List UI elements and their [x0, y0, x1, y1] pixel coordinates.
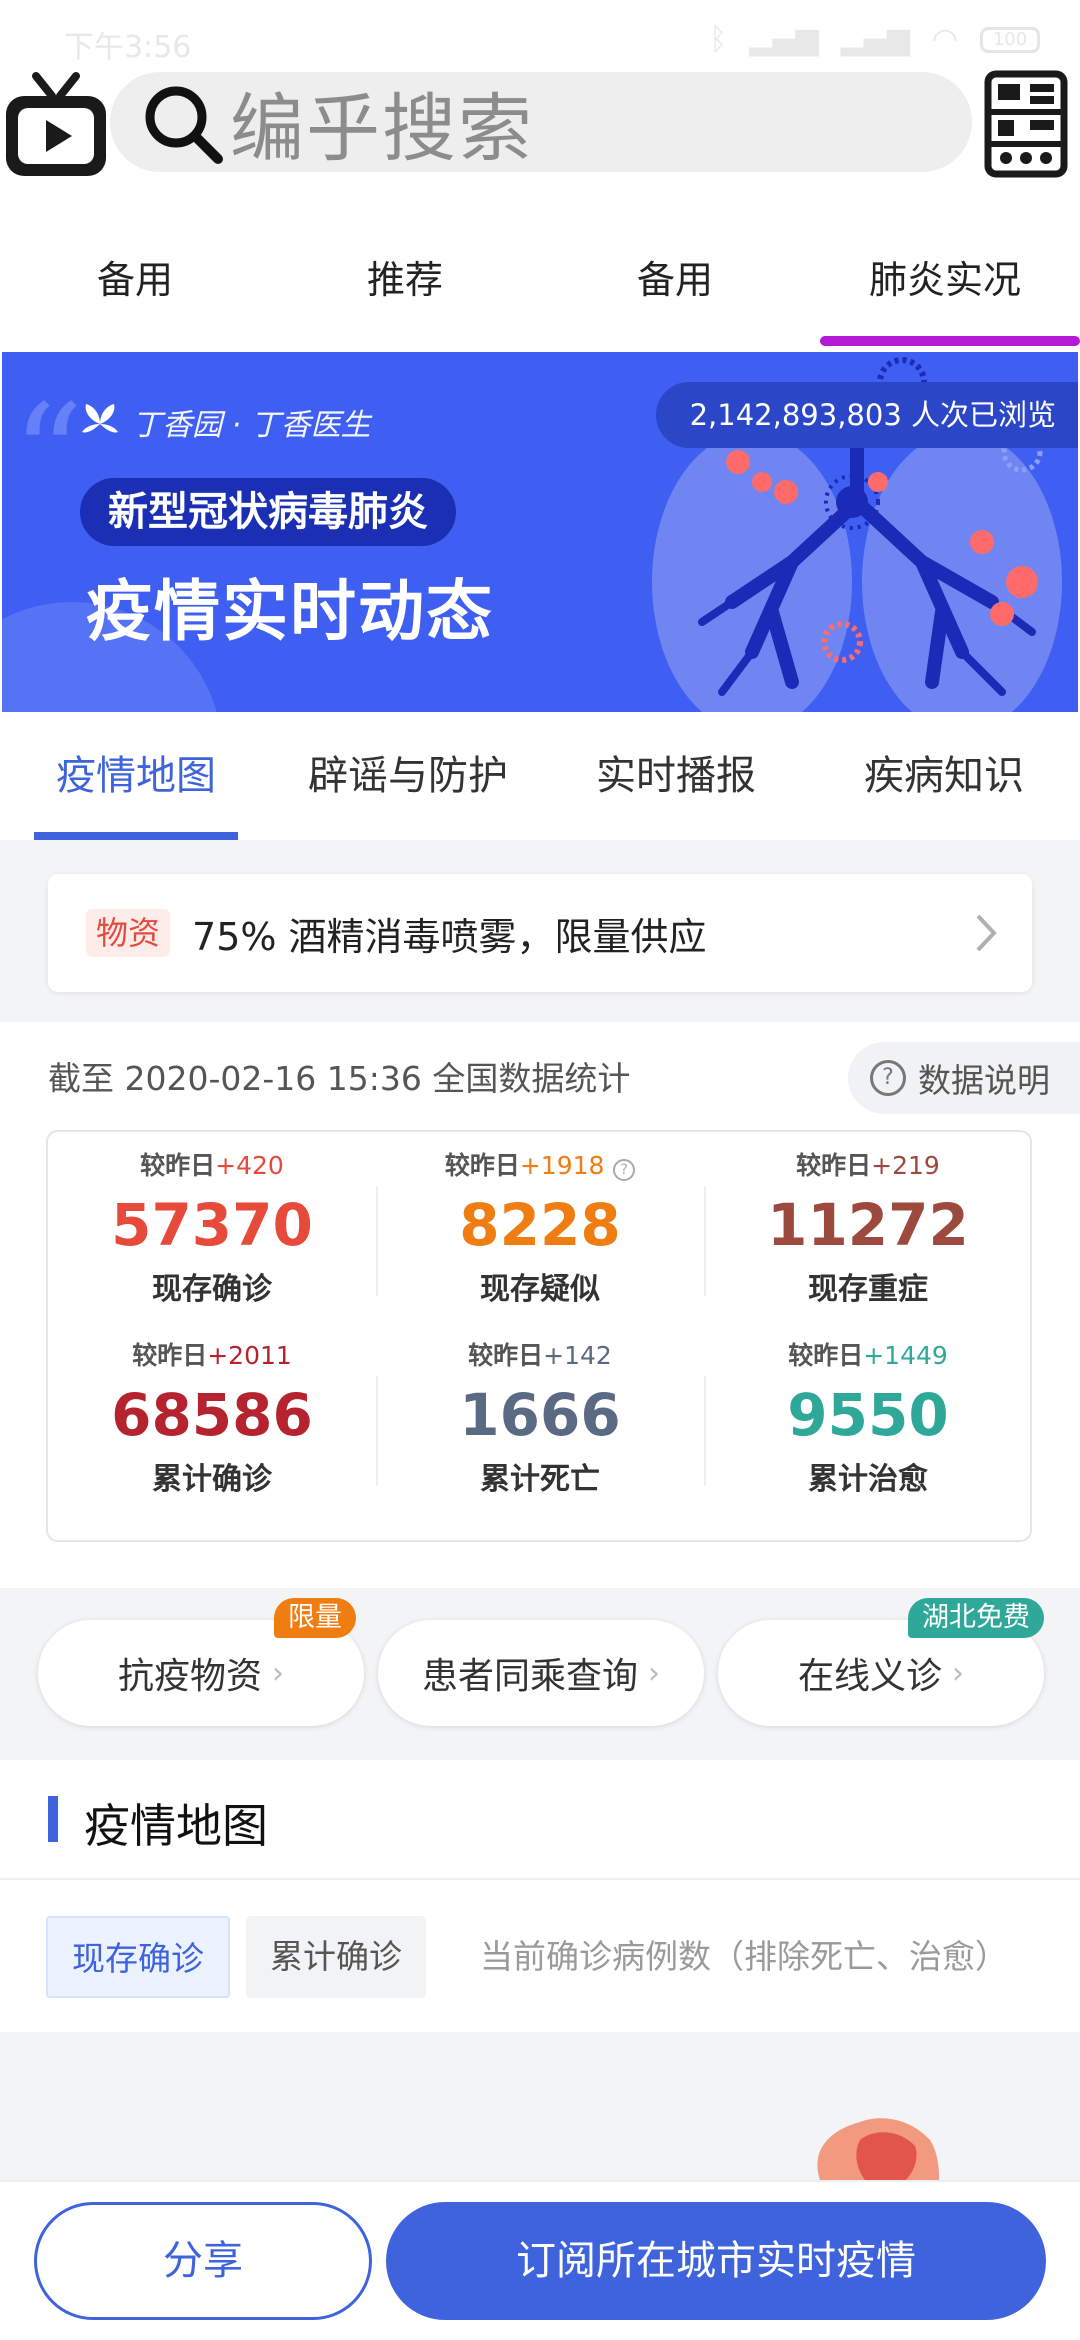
divider: [704, 1376, 706, 1486]
status-bar: 下午3:56 ᛒ ▂▄▆ ▂▄▆ ◠ 100: [0, 0, 1080, 65]
banner-brand-text: 丁香园 · 丁香医生: [132, 408, 371, 443]
search-icon: [145, 86, 223, 164]
tv-icon[interactable]: [2, 68, 110, 180]
entry-label: 抗疫物资: [117, 1656, 262, 1697]
supply-notice-text: 75% 酒精消毒喷雾，限量供应: [192, 914, 707, 959]
divider: [376, 1376, 378, 1486]
section-tabs: 疫情地图 辟谣与防护 实时播报 疾病知识: [0, 712, 1080, 840]
map-description: 当前确诊病例数（排除死亡、治愈）: [480, 1937, 1008, 1976]
section-marker: [48, 1796, 58, 1842]
share-button[interactable]: 分享: [34, 2202, 372, 2320]
stat-total-confirmed: 较昨日+2011 68586 累计确诊: [52, 1336, 372, 1498]
status-icons: ᛒ ▂▄▆ ▂▄▆ ◠ 100: [709, 22, 1040, 57]
data-note-button[interactable]: ? 数据说明: [848, 1042, 1080, 1114]
stat-total-cured: 较昨日+1449 9550 累计治愈: [708, 1336, 1028, 1498]
search-placeholder: 编乎搜索: [230, 85, 534, 172]
entry-same-trip-query[interactable]: 患者同乘查询 ›: [378, 1620, 704, 1726]
stat-value: 57370: [111, 1191, 313, 1259]
stats-card: 较昨日+420 57370 现存确诊 较昨日+1918 ? 8228 现存疑似 …: [46, 1130, 1032, 1542]
bluetooth-icon: ᛒ: [709, 22, 728, 57]
stat-delta: 较昨日+1449: [788, 1341, 948, 1370]
supply-notice[interactable]: 物资 75% 酒精消毒喷雾，限量供应: [48, 874, 1032, 992]
entry-badge-hubei-free: 湖北免费: [908, 1598, 1044, 1638]
tab-disease-knowledge[interactable]: 疾病知识: [808, 712, 1080, 840]
map-tab-current-confirmed[interactable]: 现存确诊: [46, 1916, 230, 1998]
top-bar: 编乎搜索: [0, 64, 1080, 184]
wifi-icon: ◠: [931, 22, 958, 57]
stat-value: 68586: [111, 1381, 313, 1449]
map-tab-total-confirmed[interactable]: 累计确诊: [246, 1916, 426, 1998]
stat-delta: 较昨日+219: [796, 1151, 940, 1180]
banner-headline: 疫情实时动态: [86, 573, 494, 650]
subscribe-city-button[interactable]: 订阅所在城市实时疫情: [386, 2202, 1046, 2320]
view-count-badge: 2,142,893,803 人次已浏览: [655, 382, 1078, 448]
entry-badge-limited: 限量: [274, 1598, 356, 1638]
supply-tag: 物资: [86, 909, 171, 957]
scan-menu-icon[interactable]: [984, 68, 1068, 180]
signal-icon: ▂▄▆: [749, 22, 819, 57]
stat-value: 11272: [767, 1191, 969, 1259]
stats-timestamp: 截至 2020-02-16 15:36 全国数据统计: [48, 1059, 631, 1098]
stat-value: 8228: [459, 1191, 621, 1259]
map-tabs-row: 现存确诊 累计确诊 当前确诊病例数（排除死亡、治愈）: [0, 1882, 1080, 2032]
stat-label: 累计死亡: [480, 1462, 600, 1497]
stat-current-confirmed: 较昨日+420 57370 现存确诊: [52, 1146, 372, 1308]
channel-tab-pneumonia[interactable]: 肺炎实况: [810, 240, 1080, 346]
chevron-right-icon: ›: [952, 1655, 964, 1691]
info-icon[interactable]: ?: [613, 1159, 636, 1181]
tab-live-report[interactable]: 实时播报: [544, 712, 808, 840]
clove-logo-icon: [82, 404, 118, 433]
signal-icon-2: ▂▄▆: [840, 22, 910, 57]
stat-delta: 较昨日+142: [468, 1341, 612, 1370]
stat-value: 9550: [787, 1381, 949, 1449]
epidemic-banner: “ 丁香园 · 丁香医生 新型冠状病毒肺炎 疫情实时动态 2,142,893,8…: [2, 352, 1078, 712]
china-map-fragment: [817, 2118, 940, 2190]
search-input[interactable]: 编乎搜索: [110, 72, 972, 172]
channel-tab-backup-1[interactable]: 备用: [0, 240, 270, 340]
status-time: 下午3:56: [64, 30, 192, 65]
battery-icon: 100: [980, 26, 1040, 53]
banner-brand: 丁香园 · 丁香医生: [80, 400, 371, 444]
stat-label: 累计确诊: [152, 1462, 272, 1497]
chevron-right-icon: ›: [272, 1655, 284, 1691]
quote-mark-icon: “: [12, 375, 84, 538]
chevron-right-icon: ›: [648, 1655, 660, 1691]
map-section-title: 疫情地图: [84, 1799, 268, 1853]
stat-delta: 较昨日+420: [140, 1151, 284, 1180]
banner-pill: 新型冠状病毒肺炎: [80, 478, 456, 546]
entry-label: 患者同乘查询: [421, 1656, 638, 1697]
stat-delta: 较昨日+2011: [132, 1341, 292, 1370]
stat-label: 现存确诊: [152, 1272, 272, 1307]
channel-tabs: 备用 推荐 备用 肺炎实况: [0, 240, 1080, 346]
data-note-label: 数据说明: [918, 1061, 1050, 1100]
tab-epidemic-map[interactable]: 疫情地图: [0, 712, 272, 840]
stat-label: 现存疑似: [480, 1272, 600, 1307]
tab-rumors-protection[interactable]: 辟谣与防护: [272, 712, 544, 840]
stat-current-severe: 较昨日+219 11272 现存重症: [708, 1146, 1028, 1308]
question-icon: ?: [870, 1060, 906, 1096]
stat-value: 1666: [459, 1381, 621, 1449]
stat-current-suspected: 较昨日+1918 ? 8228 现存疑似: [380, 1146, 700, 1308]
channel-tab-recommend[interactable]: 推荐: [270, 240, 540, 340]
map-section-header: 疫情地图: [0, 1760, 1080, 1880]
stat-delta: 较昨日+1918 ?: [380, 1146, 700, 1182]
chevron-right-icon: [976, 914, 997, 952]
stat-total-deaths: 较昨日+142 1666 累计死亡: [380, 1336, 700, 1498]
channel-tab-backup-2[interactable]: 备用: [540, 240, 810, 340]
divider: [704, 1186, 706, 1296]
stat-label: 累计治愈: [808, 1462, 928, 1497]
divider: [376, 1186, 378, 1296]
stat-label: 现存重症: [808, 1272, 928, 1307]
entry-label: 在线义诊: [797, 1656, 942, 1697]
bottom-action-bar: 分享 订阅所在城市实时疫情: [0, 2180, 1080, 2340]
